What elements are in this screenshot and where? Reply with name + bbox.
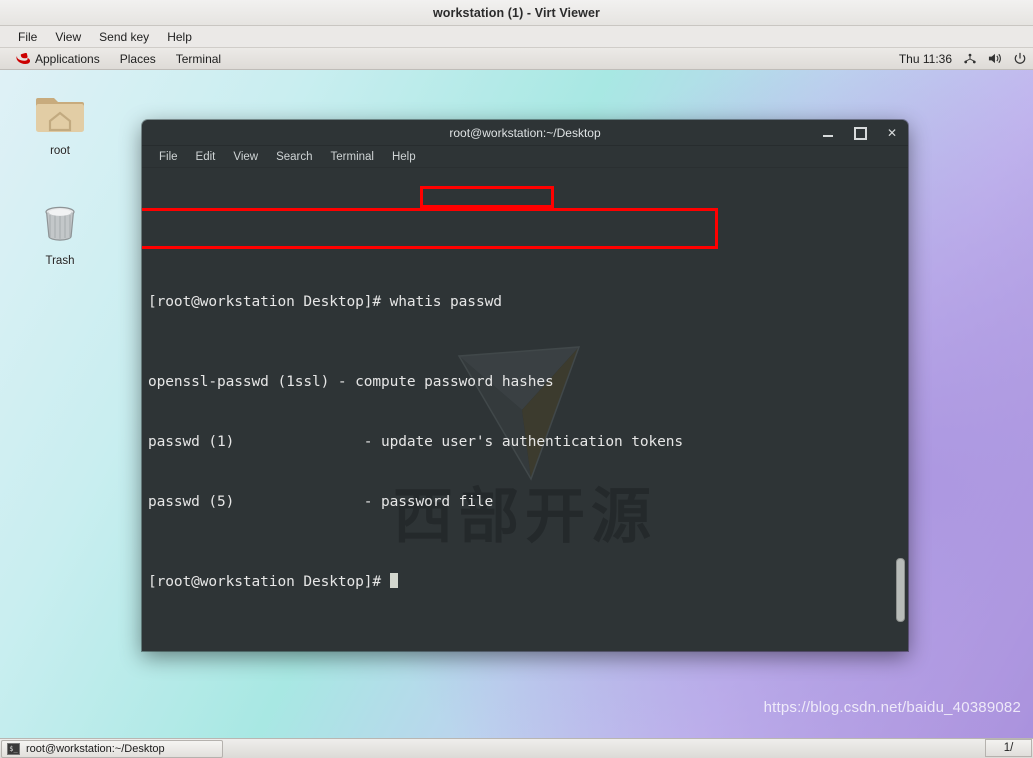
viewer-titlebar: workstation (1) - Virt Viewer — [0, 0, 1033, 26]
desktop-icon-trash-label: Trash — [45, 255, 75, 267]
viewer-menu-view[interactable]: View — [46, 29, 90, 45]
redhat-icon — [16, 52, 31, 65]
terminal-line: passwd (5) - password file — [148, 494, 494, 510]
desktop-icon-root[interactable]: root — [14, 92, 106, 159]
viewer-title: workstation (1) - Virt Viewer — [432, 5, 601, 20]
terminal-title: root@workstation:~/Desktop — [449, 125, 601, 140]
csdn-watermark: https://blog.csdn.net/baidu_40389082 — [763, 699, 1021, 716]
gnome-top-panel: Applications Places Terminal Thu 11:36 — [0, 48, 1033, 70]
logo-icon — [457, 345, 581, 481]
taskbar-item-terminal[interactable]: $_ root@workstation:~/Desktop — [1, 739, 223, 758]
viewer-menubar: File View Send key Help — [0, 26, 1033, 48]
terminal-line: [root@workstation Desktop]# — [146, 572, 908, 592]
terminal-prompt: [root@workstation Desktop]# — [148, 574, 390, 590]
close-button[interactable]: ✕ — [884, 125, 900, 141]
terminal-output-area[interactable]: 西部开源 [root@workstation Desktop]# whatis … — [142, 168, 908, 651]
panel-clock[interactable]: Thu 11:36 — [899, 52, 952, 66]
terminal-line: [root@workstation Desktop]# whatis passw… — [146, 292, 908, 312]
guest-taskbar: $_ root@workstation:~/Desktop 1/ — [0, 738, 1033, 758]
annotation-box-results — [142, 208, 718, 249]
maximize-button[interactable] — [852, 125, 868, 141]
home-folder-icon — [34, 98, 86, 140]
terminal-prompt: [root@workstation Desktop]# — [148, 294, 390, 310]
applications-label: Applications — [35, 51, 100, 66]
terminal-menu-help[interactable]: Help — [383, 149, 425, 165]
trash-icon — [37, 206, 83, 250]
guest-desktop: root Trash root@workstation:~/Desktop ✕ … — [0, 70, 1033, 738]
desktop-icon-root-label: root — [50, 145, 70, 157]
desktop-icon-trash[interactable]: Trash — [14, 202, 106, 269]
virt-viewer-window: workstation (1) - Virt Viewer File View … — [0, 0, 1033, 758]
viewer-menu-file[interactable]: File — [9, 29, 46, 45]
terminal-line: openssl-passwd (1ssl) - compute password… — [148, 374, 554, 390]
power-icon[interactable] — [1012, 51, 1027, 66]
terminal-menu-edit[interactable]: Edit — [187, 149, 225, 165]
applications-menu[interactable]: Applications — [6, 51, 110, 67]
taskbar-item-label: root@workstation:~/Desktop — [26, 742, 165, 755]
volume-icon[interactable] — [987, 51, 1002, 66]
terminal-menu-search[interactable]: Search — [267, 149, 321, 165]
terminal-menubar: File Edit View Search Terminal Help — [142, 146, 908, 168]
terminal-menu-view[interactable]: View — [224, 149, 267, 165]
terminal-menu-file[interactable]: File — [150, 149, 187, 165]
terminal-cursor — [389, 573, 398, 588]
viewer-menu-send-key[interactable]: Send key — [90, 29, 158, 45]
workspace-switcher[interactable]: 1/ — [985, 739, 1032, 757]
minimize-button[interactable] — [820, 125, 836, 141]
terminal-menu[interactable]: Terminal — [166, 51, 231, 67]
terminal-menu-terminal[interactable]: Terminal — [322, 149, 383, 165]
annotation-box-command — [420, 186, 554, 208]
terminal-line: passwd (1) - update user's authenticatio… — [148, 434, 684, 450]
terminal-icon: $_ — [7, 742, 20, 755]
terminal-command: whatis passwd — [389, 294, 502, 310]
viewer-menu-help[interactable]: Help — [158, 29, 201, 45]
places-menu[interactable]: Places — [110, 51, 166, 67]
terminal-titlebar[interactable]: root@workstation:~/Desktop ✕ — [142, 120, 908, 146]
terminal-window[interactable]: root@workstation:~/Desktop ✕ File Edit V… — [142, 120, 908, 651]
network-icon[interactable] — [962, 51, 977, 66]
